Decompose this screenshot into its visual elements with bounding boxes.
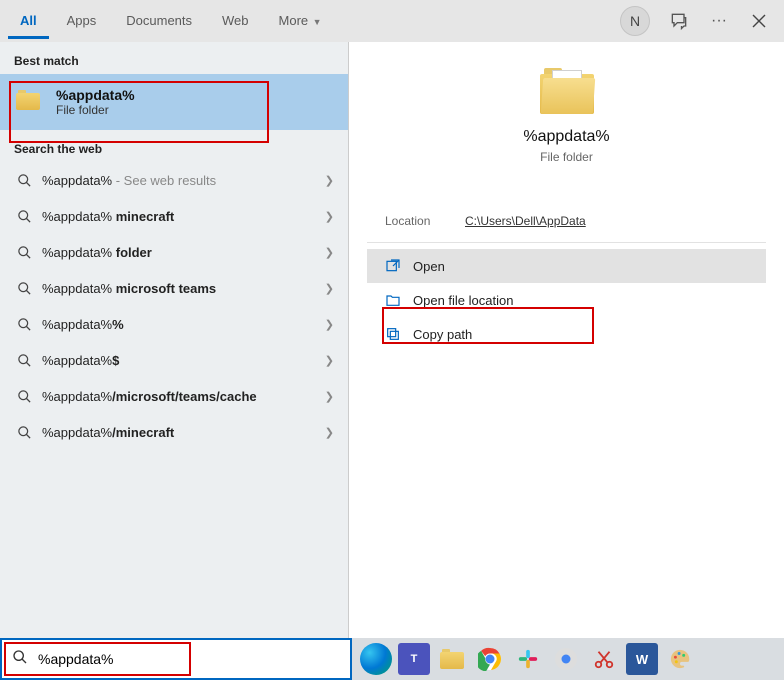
best-match-result[interactable]: %appdata% File folder xyxy=(0,74,348,130)
chevron-right-icon: ❯ xyxy=(325,174,334,187)
chevron-right-icon: ❯ xyxy=(325,390,334,403)
taskbar-tray: T W xyxy=(352,638,784,680)
search-icon xyxy=(14,353,34,368)
location-icon xyxy=(383,292,403,308)
search-icon xyxy=(14,425,34,440)
user-avatar[interactable]: N xyxy=(620,6,650,36)
web-result-row[interactable]: %appdata% microsoft teams❯ xyxy=(0,270,348,306)
copy-icon xyxy=(383,326,403,342)
row-text: %appdata% folder xyxy=(42,245,325,260)
action-copy-path[interactable]: Copy path xyxy=(367,317,766,351)
row-text: %appdata% minecraft xyxy=(42,209,325,224)
row-text: %appdata%/minecraft xyxy=(42,425,325,440)
location-label: Location xyxy=(385,214,465,228)
teams-icon[interactable]: T xyxy=(398,643,430,675)
row-text: %appdata%/microsoft/teams/cache xyxy=(42,389,325,404)
web-result-row[interactable]: %appdata%$❯ xyxy=(0,342,348,378)
search-icon xyxy=(14,281,34,296)
tab-documents[interactable]: Documents xyxy=(114,3,204,39)
slack-icon[interactable] xyxy=(512,643,544,675)
preview-subtitle: File folder xyxy=(367,150,766,164)
action-label: Open xyxy=(413,259,445,274)
search-icon xyxy=(14,389,34,404)
chevron-right-icon: ❯ xyxy=(325,318,334,331)
tab-web[interactable]: Web xyxy=(210,3,261,39)
best-match-sub: File folder xyxy=(56,103,135,117)
edge-icon[interactable] xyxy=(360,643,392,675)
chevron-down-icon: ▼ xyxy=(310,17,321,27)
search-icon xyxy=(14,245,34,260)
action-label: Open file location xyxy=(413,293,513,308)
tab-all[interactable]: All xyxy=(8,3,49,39)
row-text: %appdata%$ xyxy=(42,353,325,368)
feedback-icon[interactable] xyxy=(668,11,690,31)
action-open-file-location[interactable]: Open file location xyxy=(367,283,766,317)
web-result-row[interactable]: %appdata% minecraft❯ xyxy=(0,198,348,234)
word-icon[interactable]: W xyxy=(626,643,658,675)
web-result-row[interactable]: %appdata%/minecraft❯ xyxy=(0,414,348,450)
row-text: %appdata% microsoft teams xyxy=(42,281,325,296)
snip-icon[interactable] xyxy=(588,643,620,675)
best-match-title: %appdata% xyxy=(56,87,135,103)
close-icon[interactable] xyxy=(748,14,770,28)
row-text: %appdata% - See web results xyxy=(42,173,325,188)
tab-more[interactable]: More ▼ xyxy=(267,3,334,39)
open-icon xyxy=(383,258,403,274)
search-icon xyxy=(14,209,34,224)
preview-title: %appdata% xyxy=(367,128,766,146)
tabs-bar: All Apps Documents Web More ▼ xyxy=(8,3,620,39)
folder-large-icon xyxy=(540,68,594,114)
chevron-right-icon: ❯ xyxy=(325,210,334,223)
row-text: %appdata%% xyxy=(42,317,325,332)
folder-icon xyxy=(16,90,44,114)
web-result-row[interactable]: %appdata%/microsoft/teams/cache❯ xyxy=(0,378,348,414)
search-icon xyxy=(14,173,34,188)
paint-icon[interactable] xyxy=(664,643,696,675)
search-web-label: Search the web xyxy=(0,130,348,162)
chrome-beta-icon[interactable] xyxy=(550,643,582,675)
chrome-icon[interactable] xyxy=(474,643,506,675)
more-icon[interactable]: ··· xyxy=(708,12,730,30)
chevron-right-icon: ❯ xyxy=(325,354,334,367)
chevron-right-icon: ❯ xyxy=(325,246,334,259)
search-input[interactable] xyxy=(38,651,340,667)
location-value[interactable]: C:\Users\Dell\AppData xyxy=(465,214,586,228)
web-result-row[interactable]: %appdata%%❯ xyxy=(0,306,348,342)
search-icon xyxy=(14,317,34,332)
chevron-right-icon: ❯ xyxy=(325,282,334,295)
web-result-row[interactable]: %appdata% - See web results❯ xyxy=(0,162,348,198)
taskbar-search[interactable] xyxy=(0,638,352,680)
tab-apps[interactable]: Apps xyxy=(55,3,109,39)
action-label: Copy path xyxy=(413,327,472,342)
best-match-label: Best match xyxy=(0,42,348,74)
action-open[interactable]: Open xyxy=(367,249,766,283)
chevron-right-icon: ❯ xyxy=(325,426,334,439)
search-icon xyxy=(12,649,30,670)
explorer-icon[interactable] xyxy=(436,643,468,675)
web-result-row[interactable]: %appdata% folder❯ xyxy=(0,234,348,270)
